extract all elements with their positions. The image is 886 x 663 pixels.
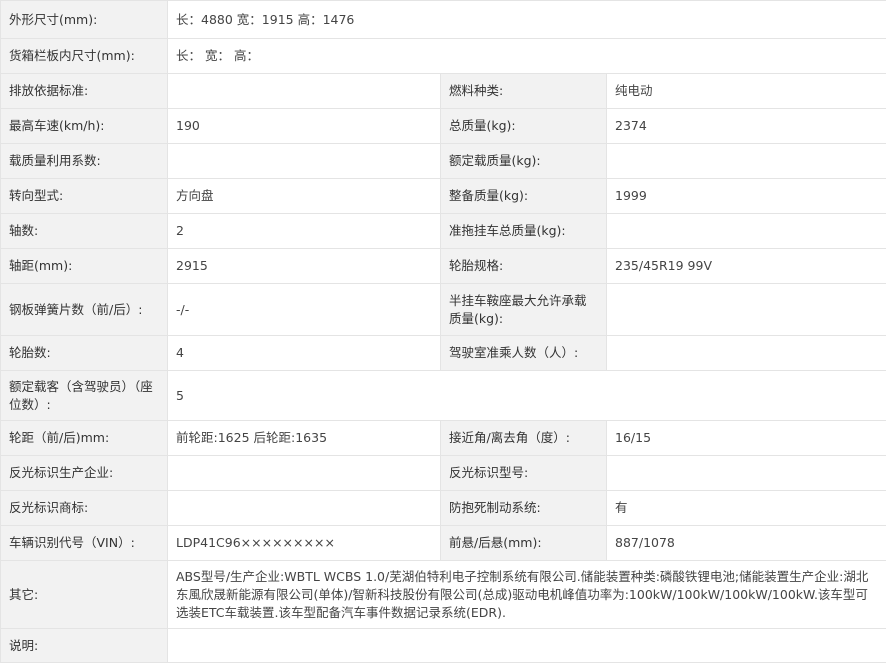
spec-row: 外形尺寸(mm):长：4880 宽：1915 高：1476: [1, 1, 886, 39]
spec-table-body: 外形尺寸(mm):长：4880 宽：1915 高：1476货箱栏板内尺寸(mm)…: [1, 1, 886, 663]
spec-row: 最高车速(km/h):190总质量(kg):2374: [1, 109, 886, 144]
spec-value: 方向盘: [168, 179, 441, 214]
spec-label: 反光标识生产企业:: [1, 456, 168, 491]
spec-label: 说明:: [1, 629, 168, 663]
spec-value: 2915: [168, 249, 441, 284]
spec-label: 轮距（前/后)mm:: [1, 421, 168, 456]
spec-value: [607, 144, 886, 179]
spec-value: 887/1078: [607, 526, 886, 561]
spec-label: 轮胎规格:: [441, 249, 607, 284]
spec-value: -/-: [168, 284, 441, 336]
spec-row: 车辆识别代号（VIN）:LDP41C96×××××××××前悬/后悬(mm):8…: [1, 526, 886, 561]
spec-row: 排放依据标准: 燃料种类:纯电动: [1, 74, 886, 109]
spec-label: 钢板弹簧片数（前/后）:: [1, 284, 168, 336]
spec-label: 载质量利用系数:: [1, 144, 168, 179]
spec-value: 4: [168, 336, 441, 371]
spec-label: 反光标识型号:: [441, 456, 607, 491]
spec-value: 2374: [607, 109, 886, 144]
spec-label: 额定载客（含驾驶员）（座位数）:: [1, 371, 168, 421]
spec-row: 反光标识生产企业: 反光标识型号:: [1, 456, 886, 491]
spec-label: 防抱死制动系统:: [441, 491, 607, 526]
spec-value: [168, 491, 441, 526]
spec-row: 说明:: [1, 629, 886, 663]
spec-value: 长：4880 宽：1915 高：1476: [168, 1, 886, 39]
spec-value: 190: [168, 109, 441, 144]
spec-row: 轴数:2准拖挂车总质量(kg):: [1, 214, 886, 249]
spec-row: 其它:ABS型号/生产企业:WBTL WCBS 1.0/芜湖伯特利电子控制系统有…: [1, 561, 886, 629]
spec-value: 5: [168, 371, 886, 421]
spec-value: 235/45R19 99V: [607, 249, 886, 284]
spec-row: 钢板弹簧片数（前/后）:-/-半挂车鞍座最大允许承载质量(kg):: [1, 284, 886, 336]
spec-row: 额定载客（含驾驶员）（座位数）:5: [1, 371, 886, 421]
spec-value: 长： 宽： 高：: [168, 39, 886, 74]
spec-label: 整备质量(kg):: [441, 179, 607, 214]
spec-label: 外形尺寸(mm):: [1, 1, 168, 39]
spec-label: 轮胎数:: [1, 336, 168, 371]
spec-label: 反光标识商标:: [1, 491, 168, 526]
spec-label: 驾驶室准乘人数（人）:: [441, 336, 607, 371]
spec-label: 最高车速(km/h):: [1, 109, 168, 144]
spec-label: 转向型式:: [1, 179, 168, 214]
spec-label: 前悬/后悬(mm):: [441, 526, 607, 561]
vehicle-spec-table: 外形尺寸(mm):长：4880 宽：1915 高：1476货箱栏板内尺寸(mm)…: [0, 0, 886, 663]
spec-value: ABS型号/生产企业:WBTL WCBS 1.0/芜湖伯特利电子控制系统有限公司…: [168, 561, 886, 629]
spec-value: [607, 284, 886, 336]
spec-value: [168, 144, 441, 179]
spec-label: 燃料种类:: [441, 74, 607, 109]
spec-label: 轴距(mm):: [1, 249, 168, 284]
spec-value: [607, 214, 886, 249]
spec-value: 16/15: [607, 421, 886, 456]
spec-value: [607, 456, 886, 491]
spec-value: [168, 74, 441, 109]
spec-row: 货箱栏板内尺寸(mm):长： 宽： 高：: [1, 39, 886, 74]
spec-row: 载质量利用系数: 额定载质量(kg):: [1, 144, 886, 179]
spec-value: [168, 456, 441, 491]
spec-row: 反光标识商标: 防抱死制动系统:有: [1, 491, 886, 526]
spec-value: 1999: [607, 179, 886, 214]
spec-value: 有: [607, 491, 886, 526]
spec-label: 准拖挂车总质量(kg):: [441, 214, 607, 249]
spec-label: 货箱栏板内尺寸(mm):: [1, 39, 168, 74]
spec-value: 纯电动: [607, 74, 886, 109]
spec-label: 轴数:: [1, 214, 168, 249]
spec-label: 总质量(kg):: [441, 109, 607, 144]
spec-label: 其它:: [1, 561, 168, 629]
spec-value: 2: [168, 214, 441, 249]
spec-row: 轮胎数:4驾驶室准乘人数（人）:: [1, 336, 886, 371]
spec-row: 轴距(mm):2915轮胎规格:235/45R19 99V: [1, 249, 886, 284]
spec-value: LDP41C96×××××××××: [168, 526, 441, 561]
spec-label: 半挂车鞍座最大允许承载质量(kg):: [441, 284, 607, 336]
spec-label: 排放依据标准:: [1, 74, 168, 109]
spec-label: 额定载质量(kg):: [441, 144, 607, 179]
spec-row: 轮距（前/后)mm:前轮距:1625 后轮距:1635接近角/离去角（度）:16…: [1, 421, 886, 456]
spec-value: [168, 629, 886, 663]
spec-label: 接近角/离去角（度）:: [441, 421, 607, 456]
spec-label: 车辆识别代号（VIN）:: [1, 526, 168, 561]
spec-row: 转向型式:方向盘整备质量(kg):1999: [1, 179, 886, 214]
spec-value: [607, 336, 886, 371]
spec-value: 前轮距:1625 后轮距:1635: [168, 421, 441, 456]
